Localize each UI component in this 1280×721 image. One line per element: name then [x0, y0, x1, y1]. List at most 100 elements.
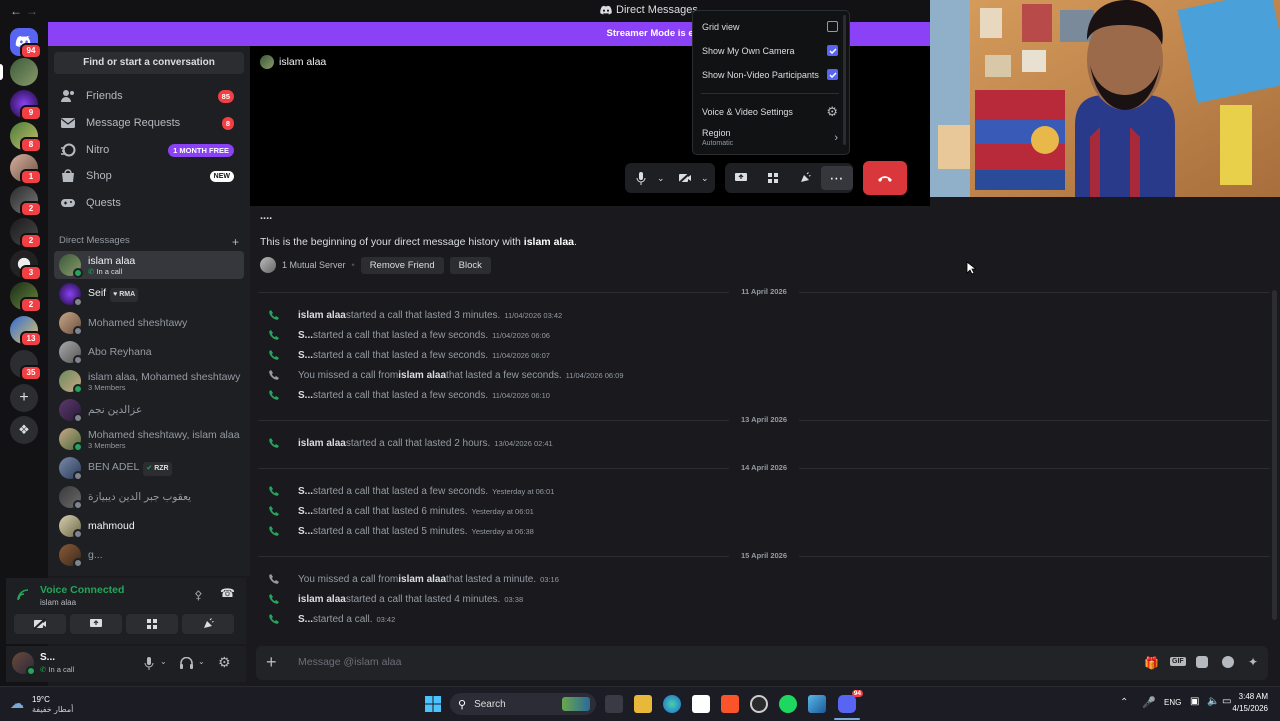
call-participant[interactable]: islam alaa: [298, 438, 346, 449]
toggle-camera-button[interactable]: [14, 614, 66, 634]
self-camera-feed[interactable]: [930, 0, 1280, 197]
server-icon[interactable]: 13: [10, 316, 42, 347]
microphone-icon[interactable]: [625, 171, 657, 185]
apps-icon[interactable]: ✦: [1248, 655, 1258, 669]
call-participant[interactable]: S...: [298, 614, 313, 625]
server-icon[interactable]: 3: [10, 250, 42, 281]
screen-share-icon[interactable]: [725, 172, 757, 184]
block-button[interactable]: Block: [449, 256, 491, 274]
call-participant[interactable]: S...: [298, 330, 313, 341]
dm-item[interactable]: عزالدين نجم: [54, 396, 244, 424]
network-icon[interactable]: ▣: [1190, 696, 1199, 707]
disconnect-icon[interactable]: ☎: [220, 586, 235, 600]
gift-icon[interactable]: 🎁: [1144, 656, 1159, 670]
add-server-icon[interactable]: +: [10, 384, 38, 412]
mutual-server-link[interactable]: 1 Mutual Server: [282, 260, 346, 270]
dm-home-button[interactable]: 94: [10, 28, 42, 59]
remove-friend-button[interactable]: Remove Friend: [360, 256, 444, 274]
signal-strength-icon[interactable]: [16, 588, 30, 602]
voice-status[interactable]: Voice Connected: [40, 584, 124, 596]
dm-item[interactable]: Abo Reyhana: [54, 338, 244, 366]
clock-time[interactable]: 3:48 AM: [1236, 692, 1268, 701]
more-options-icon[interactable]: ⋯: [821, 166, 853, 190]
sticker-icon[interactable]: [1196, 656, 1208, 668]
dm-item[interactable]: islam alaa, Mohamed sheshtawy 3 Members: [54, 367, 244, 395]
menu-item-grid-view[interactable]: Grid view: [702, 21, 838, 32]
call-timestamp[interactable]: 11/04/2026 06:09: [566, 371, 624, 380]
server-icon[interactable]: [0, 58, 38, 86]
call-participant-name[interactable]: islam alaa: [279, 56, 326, 68]
server-icon[interactable]: 9: [10, 90, 42, 121]
spotify-icon[interactable]: [779, 695, 797, 713]
call-participant[interactable]: islam alaa: [398, 574, 446, 585]
language-indicator[interactable]: ENG: [1164, 698, 1181, 707]
call-participant[interactable]: S...: [298, 506, 313, 517]
emoji-icon[interactable]: [1222, 656, 1234, 668]
dm-item[interactable]: Mohamed sheshtawy, islam alaa 3 Members: [54, 425, 244, 453]
edge-browser-icon[interactable]: [663, 695, 681, 713]
volume-icon[interactable]: 🔈: [1207, 696, 1219, 707]
call-participant[interactable]: S...: [298, 526, 313, 537]
microphone-icon[interactable]: [144, 657, 154, 670]
chevron-down-icon[interactable]: ⌄: [701, 173, 713, 184]
dm-item[interactable]: Mohamed sheshtawy: [54, 309, 244, 337]
avatar[interactable]: [12, 652, 36, 676]
back-arrow-icon[interactable]: ←: [10, 4, 22, 18]
call-participant[interactable]: islam alaa: [398, 370, 446, 381]
microphone-in-use-icon[interactable]: 🎤: [1142, 696, 1156, 709]
call-participant[interactable]: islam alaa: [298, 310, 346, 321]
dm-item[interactable]: islam alaa ✆ In a call: [54, 251, 244, 279]
file-explorer-icon[interactable]: [634, 695, 652, 713]
chat-scrollbar[interactable]: [1272, 290, 1277, 620]
call-timestamp[interactable]: 11/04/2026 06:10: [492, 391, 550, 400]
app-icon[interactable]: [808, 695, 826, 713]
call-timestamp[interactable]: Yesterday at 06:01: [492, 487, 554, 496]
menu-item-show-nonvideo[interactable]: Show Non-Video Participants: [702, 69, 838, 80]
task-view-icon[interactable]: [605, 695, 623, 713]
gif-icon[interactable]: GIF: [1170, 657, 1186, 666]
sidebar-item-message-requests[interactable]: Message Requests 8: [54, 111, 244, 135]
leave-call-button[interactable]: [863, 161, 907, 195]
dm-item[interactable]: g...: [54, 541, 244, 569]
sidebar-item-nitro[interactable]: Nitro 1 MONTH FREE: [54, 138, 244, 162]
show-hidden-icons-chevron-icon[interactable]: ⌃: [1120, 697, 1128, 708]
call-participant[interactable]: S...: [298, 350, 313, 361]
gear-icon[interactable]: ⚙: [218, 654, 231, 671]
soundboard-icon[interactable]: [789, 172, 821, 184]
call-participant[interactable]: S...: [298, 390, 313, 401]
activity-icon[interactable]: [757, 172, 789, 184]
share-screen-button[interactable]: [70, 614, 122, 634]
server-icon[interactable]: 8: [10, 122, 42, 153]
server-icon[interactable]: 1: [10, 154, 42, 185]
weather-cloud-icon[interactable]: ☁: [10, 695, 24, 712]
server-folder-icon[interactable]: 35: [10, 350, 42, 381]
server-icon[interactable]: 2: [10, 282, 42, 313]
dm-item[interactable]: يعقوب جبر الدين ديبيازة: [54, 483, 244, 511]
forward-arrow-icon[interactable]: →: [26, 4, 38, 18]
sidebar-item-quests[interactable]: Quests: [54, 191, 244, 215]
headphones-icon[interactable]: [180, 657, 193, 669]
activities-button[interactable]: [126, 614, 178, 634]
camera-off-icon[interactable]: [669, 172, 701, 184]
message-input[interactable]: Message @islam alaa: [298, 656, 401, 668]
dm-item[interactable]: mahmoud: [54, 512, 244, 540]
chevron-down-icon[interactable]: ⌄: [160, 657, 167, 666]
taskbar-search[interactable]: ⚲ Search: [450, 693, 596, 715]
clock-date[interactable]: 4/15/2026: [1224, 704, 1268, 713]
call-participant[interactable]: islam alaa: [298, 594, 346, 605]
call-timestamp[interactable]: 11/04/2026 06:07: [492, 351, 550, 360]
call-timestamp[interactable]: Yesterday at 06:01: [472, 507, 534, 516]
call-timestamp[interactable]: 13/04/2026 02:41: [494, 439, 552, 448]
discover-compass-icon[interactable]: ❖: [10, 416, 38, 444]
find-conversation-button[interactable]: Find or start a conversation: [54, 52, 244, 74]
weather-temp[interactable]: 19°C: [32, 695, 50, 704]
menu-item-av-settings[interactable]: Voice & Video Settings ⚙: [702, 104, 838, 120]
discord-taskbar-icon[interactable]: 94: [838, 690, 863, 713]
noise-suppression-icon[interactable]: ⚴: [194, 588, 203, 602]
store-icon[interactable]: [692, 695, 710, 713]
show-nonvideo-checkbox[interactable]: [827, 69, 838, 80]
menu-item-region[interactable]: Region Automatic ›: [702, 128, 838, 147]
app-icon[interactable]: [750, 695, 768, 713]
windows-start-icon[interactable]: [425, 696, 441, 712]
grid-view-checkbox[interactable]: [827, 21, 838, 32]
